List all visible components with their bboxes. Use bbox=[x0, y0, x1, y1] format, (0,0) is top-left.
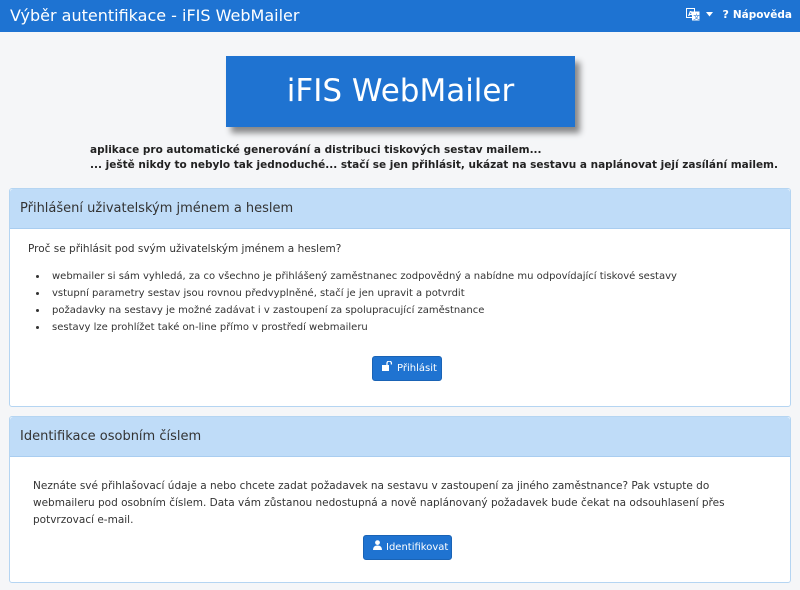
tagline-line-2: ... ještě nikdy to nebylo tak jednoduché… bbox=[90, 159, 778, 171]
question-icon: ? bbox=[722, 8, 729, 21]
tagline: aplikace pro automatické generování a di… bbox=[90, 143, 778, 173]
login-reasons-list: webmailer si sám vyhledá, za co všechno … bbox=[28, 268, 677, 336]
list-item: požadavky na sestavy je možné zadávat i … bbox=[48, 302, 677, 319]
login-panel-title: Přihlášení uživatelským jménem a heslem bbox=[10, 189, 790, 229]
user-icon bbox=[373, 536, 382, 559]
tagline-line-1: aplikace pro automatické generování a di… bbox=[90, 144, 542, 156]
identify-button[interactable]: Identifikovat bbox=[363, 535, 452, 560]
list-item: webmailer si sám vyhledá, za co všechno … bbox=[48, 268, 677, 285]
app-logo-banner: iFIS WebMailer bbox=[226, 56, 575, 127]
identify-button-label: Identifikovat bbox=[386, 542, 449, 553]
svg-text:文: 文 bbox=[693, 12, 700, 21]
translate-icon: A 文 bbox=[686, 8, 700, 21]
identification-panel-title: Identifikace osobním číslem bbox=[10, 417, 790, 457]
identification-panel: Identifikace osobním číslem Neznáte své … bbox=[9, 416, 791, 583]
login-intro: Proč se přihlásit pod svým uživatelským … bbox=[28, 243, 342, 255]
unlock-icon bbox=[382, 357, 393, 380]
window-title: Výběr autentifikace - iFIS WebMailer bbox=[10, 6, 300, 25]
top-navbar: Výběr autentifikace - iFIS WebMailer A 文… bbox=[0, 0, 800, 32]
list-item: vstupní parametry sestav jsou rovnou pře… bbox=[48, 285, 677, 302]
list-item: sestavy lze prohlížet také on-line přímo… bbox=[48, 319, 677, 336]
login-button[interactable]: Přihlásit bbox=[372, 356, 442, 381]
language-switcher[interactable]: A 文 bbox=[686, 8, 713, 21]
identification-text: Neznáte své přihlašovací údaje a nebo ch… bbox=[33, 480, 725, 526]
login-panel: Přihlášení uživatelským jménem a heslem … bbox=[9, 188, 791, 407]
caret-down-icon bbox=[706, 12, 713, 17]
login-button-label: Přihlásit bbox=[397, 363, 437, 374]
help-label: Nápověda bbox=[732, 9, 792, 21]
help-link[interactable]: ? Nápověda bbox=[722, 8, 792, 22]
